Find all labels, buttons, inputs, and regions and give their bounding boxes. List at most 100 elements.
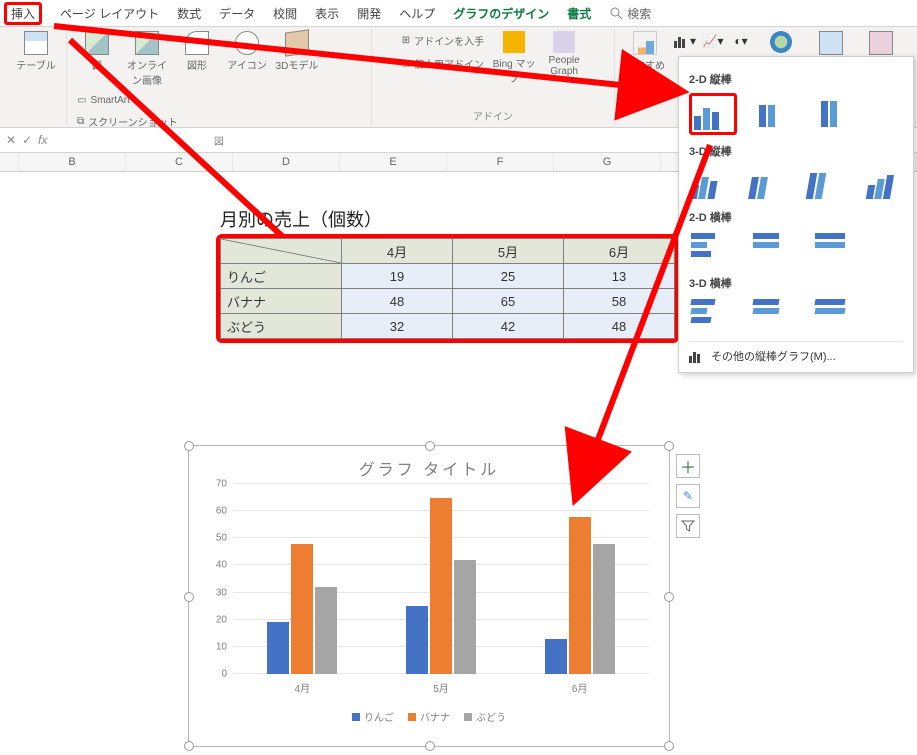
tab-formulas[interactable]: 数式	[177, 5, 201, 22]
btn-smartart[interactable]: ▭SmartArt	[75, 93, 180, 108]
handle[interactable]	[425, 441, 435, 451]
hdr-month-1[interactable]: 4月	[342, 239, 453, 264]
btn-screenshot[interactable]: ⧉スクリーンショット	[75, 112, 180, 131]
tab-data[interactable]: データ	[219, 5, 255, 22]
chart-type-clustered-bar[interactable]	[689, 231, 731, 267]
data-table[interactable]: 4月 5月 6月 りんご 19 25 13 バナナ 48 65 58 ぶどう 3…	[220, 238, 675, 339]
legend-item[interactable]: りんご	[352, 709, 394, 724]
legend-item[interactable]: バナナ	[408, 709, 450, 724]
btn-bing-maps[interactable]: Bing マップ	[492, 31, 536, 85]
bar[interactable]	[593, 544, 615, 674]
cell[interactable]: 13	[564, 264, 675, 289]
bar[interactable]	[291, 544, 313, 674]
cell[interactable]: 58	[564, 289, 675, 314]
chart-type-3d-100-stacked-bar[interactable]	[813, 297, 855, 333]
tab-chart-design[interactable]: グラフのデザイン	[453, 5, 549, 22]
btn-get-addins[interactable]: ⊞アドインを入手	[400, 31, 486, 50]
hdr-month-3[interactable]: 6月	[564, 239, 675, 264]
chart-object[interactable]: グラフ タイトル 010203040506070 4月5月6月 りんごバナナぶど…	[188, 445, 670, 747]
cell[interactable]: 48	[342, 289, 453, 314]
chart-filter-button[interactable]	[676, 514, 700, 538]
chart-legend[interactable]: りんごバナナぶどう	[189, 709, 669, 724]
btn-pie-chart-dd[interactable]: ◐▾	[729, 31, 753, 51]
btn-globe[interactable]	[759, 31, 803, 53]
btn-online-pictures[interactable]: オンライン画像	[125, 31, 169, 87]
fx-label[interactable]: fx	[38, 133, 47, 147]
col-F[interactable]: F	[447, 153, 554, 171]
col-G[interactable]: G	[554, 153, 661, 171]
more-column-charts[interactable]: その他の縦棒グラフ(M)...	[689, 341, 903, 364]
bar[interactable]	[406, 606, 428, 674]
chart-type-100-stacked-column[interactable]	[819, 93, 861, 129]
cancel-icon[interactable]: ✕	[6, 133, 16, 147]
handle[interactable]	[184, 592, 194, 602]
chart-styles-button[interactable]: ✎	[676, 484, 700, 508]
tab-dev[interactable]: 開発	[357, 5, 381, 22]
tab-format[interactable]: 書式	[567, 5, 591, 22]
chart-type-3d-stacked-column[interactable]	[748, 165, 787, 201]
col-D[interactable]: D	[233, 153, 340, 171]
tab-page-layout[interactable]: ページ レイアウト	[60, 5, 159, 22]
chart-type-3d-clustered-bar[interactable]	[689, 297, 731, 333]
select-all-corner[interactable]	[0, 153, 19, 171]
btn-people-graph[interactable]: People Graph	[542, 31, 586, 77]
row-hdr-1[interactable]: りんご	[221, 264, 342, 289]
bar[interactable]	[569, 517, 591, 674]
chart-title[interactable]: グラフ タイトル	[189, 446, 669, 484]
cell[interactable]: 42	[453, 314, 564, 339]
corner-cell[interactable]	[221, 239, 342, 264]
chart-type-3d-100-stacked-column[interactable]	[806, 165, 845, 201]
btn-recommended-charts[interactable]: おすすめグラフ	[623, 31, 667, 87]
cell[interactable]: 25	[453, 264, 564, 289]
chart-type-3d-column[interactable]	[865, 165, 904, 201]
chart-type-3d-stacked-bar[interactable]	[751, 297, 793, 333]
bar-group[interactable]	[391, 484, 491, 674]
hdr-month-2[interactable]: 5月	[453, 239, 564, 264]
chart-type-stacked-bar[interactable]	[751, 231, 793, 267]
handle[interactable]	[664, 592, 674, 602]
btn-shapes[interactable]: 図形	[175, 31, 219, 72]
chart-type-stacked-column[interactable]	[757, 93, 799, 129]
bar-group[interactable]	[252, 484, 352, 674]
btn-3d-models[interactable]: 3Dモデル	[275, 31, 319, 72]
col-C[interactable]: C	[126, 153, 233, 171]
cell[interactable]: 19	[342, 264, 453, 289]
bar[interactable]	[267, 622, 289, 674]
ribbon-search[interactable]: 検索	[609, 5, 651, 22]
handle[interactable]	[425, 741, 435, 751]
tab-view[interactable]: 表示	[315, 5, 339, 22]
cell[interactable]: 32	[342, 314, 453, 339]
cell-title[interactable]: 月別の売上（個数）	[220, 206, 382, 232]
chart-plot-area[interactable]: 010203040506070	[233, 484, 649, 674]
btn-icons[interactable]: アイコン	[225, 31, 269, 72]
col-E[interactable]: E	[340, 153, 447, 171]
row-hdr-3[interactable]: ぶどう	[221, 314, 342, 339]
handle[interactable]	[664, 441, 674, 451]
btn-line-chart-dd[interactable]: 📈▾	[701, 31, 725, 51]
handle[interactable]	[184, 741, 194, 751]
bar[interactable]	[454, 560, 476, 674]
bar[interactable]	[430, 498, 452, 674]
btn-pictures[interactable]: 図	[75, 31, 119, 72]
bar[interactable]	[545, 639, 567, 674]
handle[interactable]	[184, 441, 194, 451]
chart-type-3d-clustered-column[interactable]	[689, 165, 728, 201]
btn-table[interactable]: テーブル	[14, 31, 58, 72]
tab-insert[interactable]: 挿入	[4, 2, 42, 25]
btn-column-chart-dd[interactable]: ▾	[673, 31, 697, 51]
btn-my-addins[interactable]: ◻個人用アドイン	[400, 54, 486, 73]
cell[interactable]: 48	[564, 314, 675, 339]
legend-item[interactable]: ぶどう	[464, 709, 506, 724]
cell[interactable]: 65	[453, 289, 564, 314]
chart-type-100-stacked-bar[interactable]	[813, 231, 855, 267]
tab-review[interactable]: 校閲	[273, 5, 297, 22]
bar[interactable]	[315, 587, 337, 674]
chart-type-clustered-column[interactable]	[689, 93, 737, 135]
chart-elements-button[interactable]: ＋	[676, 454, 700, 478]
bar-group[interactable]	[530, 484, 630, 674]
enter-icon[interactable]: ✓	[22, 133, 32, 147]
handle[interactable]	[664, 741, 674, 751]
tab-help[interactable]: ヘルプ	[399, 5, 435, 22]
col-B[interactable]: B	[19, 153, 126, 171]
row-hdr-2[interactable]: バナナ	[221, 289, 342, 314]
